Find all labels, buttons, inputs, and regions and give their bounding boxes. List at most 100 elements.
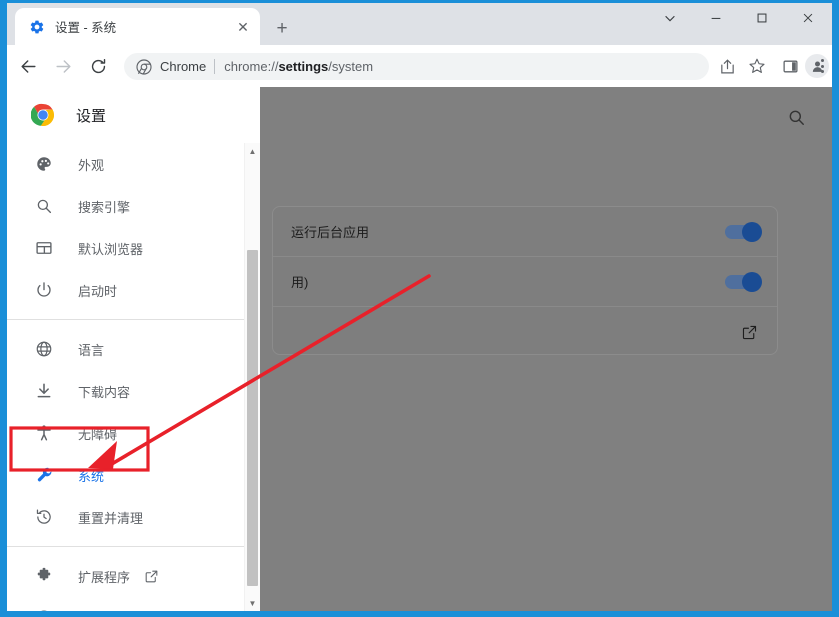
back-button[interactable] [15,53,41,79]
chrome-browser-window: 设置 - 系统 ✕ + Chrome chrome://settings/sys… [7,3,832,611]
setting-label: 用) [291,275,309,290]
chevron-down-icon [664,15,675,22]
toggle-knob [742,221,762,242]
search-glass-icon [789,110,804,125]
forward-arrow-icon [55,59,71,73]
nav-group: 扩展程序 [7,555,260,611]
close-icon [803,13,812,23]
maximize-icon [757,13,766,23]
forward-button [50,53,76,79]
side-panel-icon [782,60,798,72]
settings-card: 运行后台应用 用) [272,206,778,355]
tab-title: 设置 - 系统 [55,21,117,35]
nav-group: 语言 下载内容 无障碍 系统 重置并清理 [7,328,260,538]
omnibox-divider [214,59,216,74]
chrome-logo-icon [136,58,152,75]
sidebar-item-label: 语言 [78,342,105,358]
scroll-down-arrow-icon[interactable]: ▼ [245,595,260,611]
sidebar-item-label: 默认浏览器 [78,241,144,257]
puzzle-piece-icon [33,565,55,587]
bookmark-button[interactable] [744,53,770,79]
omnibox-scheme-label: Chrome [160,59,207,74]
sidebar-item-system[interactable]: 系统 [7,454,260,496]
minimize-button[interactable] [693,3,738,33]
toggle-switch[interactable] [725,271,762,292]
external-link-icon[interactable] [739,322,759,342]
external-link-icon[interactable] [144,569,159,584]
minimize-icon [711,17,720,19]
sidebar-item-label: 关于 Chrome [78,609,154,612]
toggle-knob [742,271,762,292]
share-button[interactable] [714,53,740,79]
share-icon [720,59,734,73]
sidebar-item-label: 外观 [78,157,105,173]
new-tab-button[interactable]: + [268,14,296,42]
browser-tab[interactable]: 设置 - 系统 ✕ [15,8,260,45]
sidebar-item-label: 无障碍 [78,426,118,442]
settings-nav-list: 外观 搜索引擎 默认浏览器 启动时 语言 下载内容 无障碍 系统 重置并清理 扩… [7,143,260,611]
settings-header: 设置 [7,87,260,143]
close-icon[interactable]: ✕ [234,18,252,36]
settings-row[interactable] [273,307,777,357]
reload-icon [91,58,105,73]
sidebar-item-label: 搜索引擎 [78,199,131,215]
globe-icon [33,338,55,360]
sidebar-item-default-browser[interactable]: 默认浏览器 [7,227,260,269]
nav-divider [7,546,260,547]
scrollbar-thumb[interactable] [247,250,258,586]
three-dot-menu-icon [820,59,824,73]
back-arrow-icon [20,59,36,73]
tab-search-button[interactable] [647,3,692,33]
chrome-logo-icon [31,103,55,126]
omnibox-url: chrome://settings/system [224,59,373,74]
sidebar-item-extensions[interactable]: 扩展程序 [7,555,260,597]
setting-label: 运行后台应用 [291,225,370,240]
open-in-new-icon [742,325,756,339]
address-bar[interactable]: Chrome chrome://settings/system [124,53,709,80]
nav-divider [7,319,260,320]
sidebar-item-accessibility[interactable]: 无障碍 [7,412,260,454]
nav-group: 外观 搜索引擎 默认浏览器 启动时 [7,143,260,311]
restore-clock-icon [33,506,55,528]
sidebar-item-label: 下载内容 [78,384,131,400]
url-suffix: /system [328,59,374,74]
settings-content-area: 运行后台应用 用) [260,87,832,611]
url-prefix: chrome:// [224,59,279,74]
chrome-menu-button[interactable] [813,53,831,79]
settings-gear-icon [30,20,44,33]
sidebar-item-label: 扩展程序 [78,569,131,585]
search-icon [33,195,55,217]
sidebar-scrollbar[interactable]: ▲ ▼ [244,143,260,611]
settings-sidebar: 设置 外观 搜索引擎 默认浏览器 启动时 语言 下载内容 无障碍 系统 重置并清… [7,87,260,611]
scroll-up-arrow-icon[interactable]: ▲ [245,143,260,159]
window-close-button[interactable] [785,3,830,33]
sidebar-item-languages[interactable]: 语言 [7,328,260,370]
power-icon [33,279,55,301]
sidebar-item-search-engine[interactable]: 搜索引擎 [7,185,260,227]
side-panel-button[interactable] [777,53,803,79]
chrome-outline-icon [33,607,55,611]
sidebar-item-about-chrome[interactable]: 关于 Chrome [7,597,260,611]
wrench-icon [33,464,55,486]
settings-row[interactable]: 用) [273,257,777,307]
tab-strip: 设置 - 系统 ✕ + [7,3,832,45]
search-icon[interactable] [785,106,807,128]
sidebar-item-appearance[interactable]: 外观 [7,143,260,185]
download-icon [33,380,55,402]
settings-title: 设置 [76,107,107,125]
maximize-button[interactable] [739,3,784,33]
toggle-switch[interactable] [725,221,762,242]
bookmark-star-icon [749,58,765,73]
sidebar-item-label: 系统 [78,468,105,484]
browser-toolbar: Chrome chrome://settings/system [7,45,832,87]
desktop-background: 设置 - 系统 ✕ + Chrome chrome://settings/sys… [0,0,839,617]
browser-window-icon [33,237,55,259]
sidebar-item-on-startup[interactable]: 启动时 [7,269,260,311]
sidebar-item-label: 启动时 [78,283,118,299]
palette-icon [33,153,55,175]
sidebar-item-downloads[interactable]: 下载内容 [7,370,260,412]
reload-button[interactable] [85,53,111,79]
url-emphasis: settings [278,59,329,74]
sidebar-item-reset-cleanup[interactable]: 重置并清理 [7,496,260,538]
settings-row[interactable]: 运行后台应用 [273,207,777,257]
